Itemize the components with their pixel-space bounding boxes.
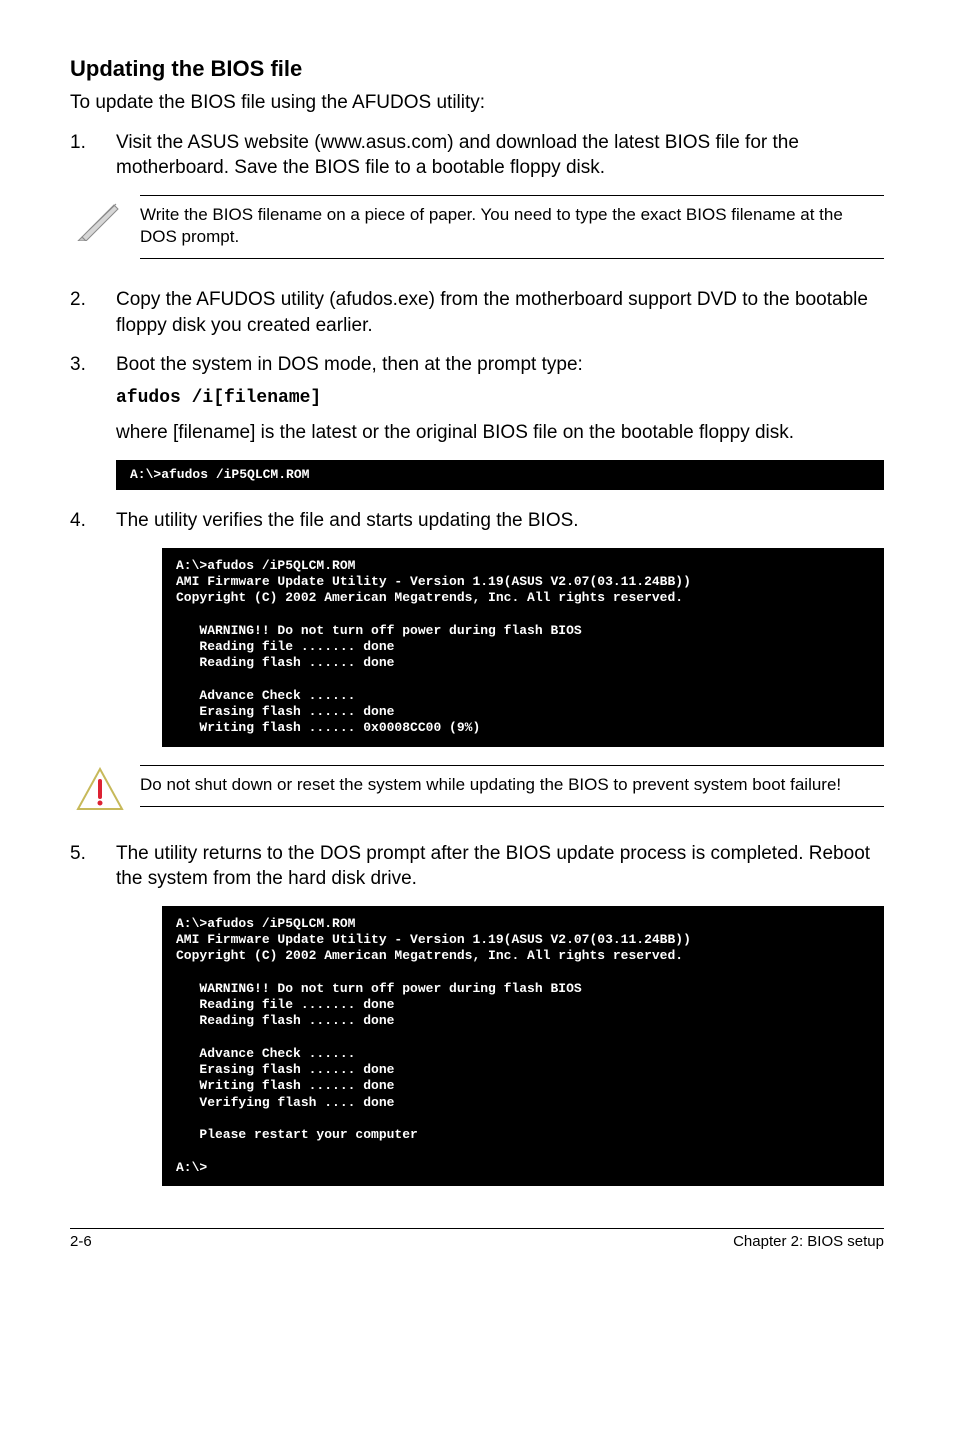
step-2: 2. Copy the AFUDOS utility (afudos.exe) … <box>70 287 884 338</box>
step-3: 3. Boot the system in DOS mode, then at … <box>70 352 884 446</box>
page-number: 2-6 <box>70 1233 92 1250</box>
note-text: Write the BIOS filename on a piece of pa… <box>140 195 884 259</box>
step-number: 4. <box>70 508 116 534</box>
intro-text: To update the BIOS file using the AFUDOS… <box>70 90 884 116</box>
note-warning: Do not shut down or reset the system whi… <box>70 765 884 813</box>
step-text: Visit the ASUS website (www.asus.com) an… <box>116 130 884 181</box>
step-text: The utility verifies the file and starts… <box>116 508 884 534</box>
page-footer: 2-6 Chapter 2: BIOS setup <box>70 1228 884 1250</box>
chapter-label: Chapter 2: BIOS setup <box>733 1233 884 1250</box>
terminal-output-1: A:\>afudos /iP5QLCM.ROM <box>116 460 884 490</box>
command-text: afudos /i[filename] <box>116 386 884 410</box>
warning-icon <box>70 765 130 813</box>
step-1: 1. Visit the ASUS website (www.asus.com)… <box>70 130 884 181</box>
step-number: 5. <box>70 841 116 892</box>
step-text: where [filename] is the latest or the or… <box>116 420 884 446</box>
step-text: Boot the system in DOS mode, then at the… <box>116 352 884 378</box>
section-heading: Updating the BIOS file <box>70 56 884 82</box>
step-text: Copy the AFUDOS utility (afudos.exe) fro… <box>116 287 884 338</box>
terminal-output-2: A:\>afudos /iP5QLCM.ROM AMI Firmware Upd… <box>162 548 884 747</box>
pencil-icon <box>70 195 130 243</box>
step-number: 1. <box>70 130 116 181</box>
note-pencil: Write the BIOS filename on a piece of pa… <box>70 195 884 259</box>
step-text: The utility returns to the DOS prompt af… <box>116 841 884 892</box>
step-number: 3. <box>70 352 116 446</box>
terminal-output-3: A:\>afudos /iP5QLCM.ROM AMI Firmware Upd… <box>162 906 884 1186</box>
step-5: 5. The utility returns to the DOS prompt… <box>70 841 884 892</box>
note-text: Do not shut down or reset the system whi… <box>140 765 884 807</box>
step-4: 4. The utility verifies the file and sta… <box>70 508 884 534</box>
step-number: 2. <box>70 287 116 338</box>
